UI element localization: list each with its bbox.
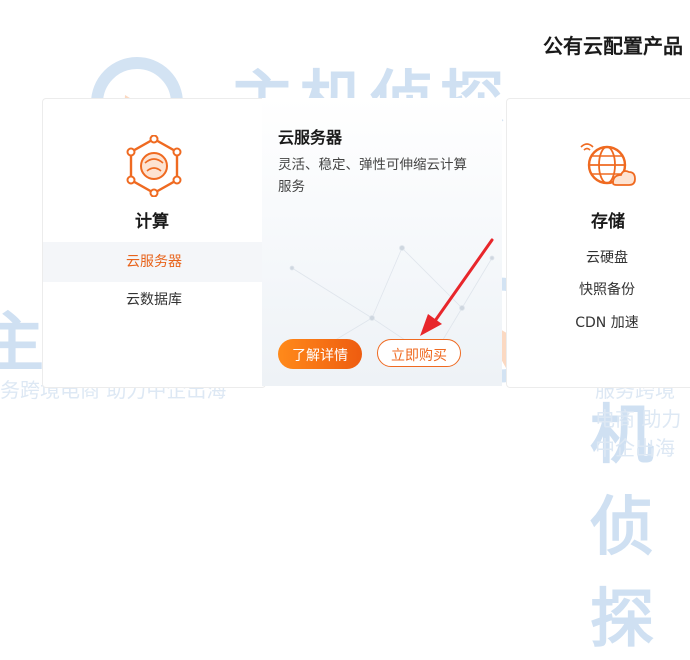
learn-more-button[interactable]: 了解详情 xyxy=(278,339,362,369)
storage-item-cdn[interactable]: CDN 加速 xyxy=(507,312,690,332)
compute-card: 计算 云服务器 云数据库 xyxy=(42,98,266,388)
annotation-arrow-icon xyxy=(420,238,494,336)
product-description: 灵活、稳定、弹性可伸缩云计算服务 xyxy=(278,157,467,195)
menu-item-cloud-database[interactable]: 云数据库 xyxy=(43,280,265,320)
storage-item-cloud-disk[interactable]: 云硬盘 xyxy=(507,247,690,267)
compute-title: 计算 xyxy=(135,212,169,232)
section-title: 公有云配置产品 xyxy=(543,34,683,58)
menu-item-cloud-server[interactable]: 云服务器 xyxy=(43,242,265,282)
cloud-globe-storage-icon xyxy=(579,141,637,197)
storage-title: 存储 xyxy=(591,212,625,232)
storage-item-snapshot-backup[interactable]: 快照备份 xyxy=(507,279,690,299)
storage-card: 存储 云硬盘 快照备份 CDN 加速 xyxy=(506,98,690,388)
compute-hexagon-icon xyxy=(123,134,185,201)
product-title: 云服务器 xyxy=(278,128,343,147)
